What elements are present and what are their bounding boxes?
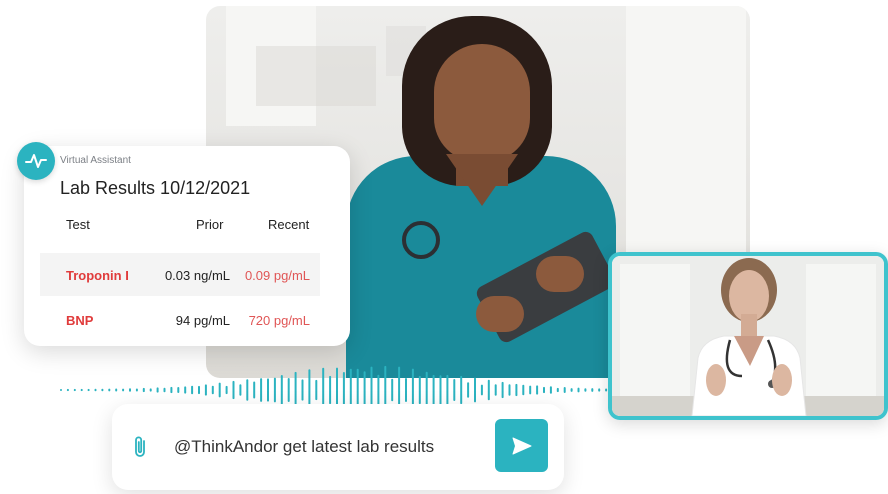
waveform-bar	[280, 375, 283, 405]
waveform-bar	[522, 384, 525, 396]
waveform-bar	[163, 387, 166, 393]
waveform-bar	[101, 388, 104, 392]
waveform-bar	[225, 385, 228, 395]
waveform-bar	[66, 388, 69, 392]
waveform-bar	[108, 388, 111, 392]
waveform-bar	[556, 387, 559, 393]
waveform-bar	[508, 384, 511, 396]
waveform-bar	[329, 375, 332, 405]
waveform-bar	[591, 388, 594, 392]
waveform-bar	[605, 388, 608, 392]
waveform-bar	[536, 385, 539, 395]
column-header-test: Test	[66, 217, 90, 232]
message-input[interactable]: @ThinkAndor get latest lab results	[174, 437, 434, 457]
waveform-bar	[480, 384, 483, 396]
table-cell-test: BNP	[66, 313, 94, 328]
nurse-face	[434, 44, 530, 162]
nurse-hand	[476, 296, 524, 332]
waveform-bar	[584, 388, 587, 392]
stethoscope	[402, 221, 440, 259]
waveform-bar	[377, 374, 380, 406]
waveform-bar	[211, 385, 214, 395]
waveform-bar	[425, 371, 428, 409]
video-call-window	[608, 252, 888, 420]
waveform-bar	[494, 384, 497, 396]
waveform-bar	[460, 375, 463, 405]
waveform-bar	[487, 379, 490, 401]
waveform-bar	[543, 386, 545, 394]
waveform-bar	[315, 379, 318, 401]
waveform-bar	[142, 387, 145, 393]
table-cell-test: Troponin I	[66, 268, 129, 283]
waveform-bar	[474, 377, 476, 403]
waveform-bar	[253, 381, 256, 399]
waveform-bar	[501, 381, 504, 399]
send-arrow-icon	[512, 437, 531, 454]
waveform-bar	[453, 378, 456, 402]
waveform-bar	[94, 388, 97, 392]
waveform-bar	[198, 385, 200, 395]
waveform-bar	[129, 388, 131, 392]
doctor-video-feed	[612, 256, 884, 416]
waveform-bar	[232, 380, 235, 400]
waveform-bar	[418, 375, 421, 405]
waveform-bar	[267, 378, 269, 402]
waveform-bar	[191, 385, 194, 395]
waveform-bar	[149, 388, 152, 392]
waveform-bar	[301, 379, 304, 401]
waveform-bar	[80, 388, 83, 392]
paperclip-icon[interactable]	[131, 434, 151, 460]
waveform-bar	[529, 385, 532, 395]
waveform-bar	[156, 387, 159, 393]
nurse-hand	[536, 256, 584, 292]
table-cell-recent: 720 pg/mL	[248, 313, 310, 328]
waveform-bar	[87, 388, 90, 392]
waveform-bar	[218, 382, 221, 398]
waveform-bar	[432, 374, 435, 406]
waveform-bar	[342, 371, 345, 409]
waveform-bar	[577, 387, 580, 393]
lab-results-title: Lab Results 10/12/2021	[60, 178, 251, 198]
waveform-bar	[570, 388, 573, 392]
virtual-assistant-badge	[17, 142, 55, 180]
assistant-label: Virtual Assistant	[60, 155, 131, 166]
activity-pulse-icon	[25, 154, 47, 168]
waveform-bar	[294, 371, 297, 409]
waveform-bar	[177, 386, 180, 394]
column-header-recent: Recent	[268, 217, 310, 232]
waveform-bar	[446, 374, 449, 406]
waveform-bar	[549, 386, 552, 394]
scrubs-neckline	[446, 154, 518, 206]
waveform-bar	[60, 388, 62, 392]
waveform-bar	[204, 384, 207, 396]
waveform-bar	[439, 375, 442, 405]
waveform-bar	[135, 388, 138, 392]
waveform-bar	[287, 378, 290, 402]
waveform-bar	[170, 386, 173, 394]
waveform-bar	[405, 378, 407, 402]
waveform-bar	[391, 378, 394, 402]
waveform-bar	[563, 386, 566, 394]
table-cell-recent: 0.09 pg/mL	[244, 268, 310, 283]
waveform-bar	[273, 377, 276, 403]
waveform-bar	[467, 382, 470, 398]
waveform-bar	[73, 388, 76, 392]
waveform-bar	[239, 384, 242, 396]
waveform-bar	[598, 388, 601, 392]
waveform-bar	[260, 378, 263, 402]
background-shelf	[256, 46, 376, 106]
send-button[interactable]	[495, 419, 548, 472]
waveform-bar	[515, 383, 518, 397]
column-header-prior: Prior	[196, 217, 224, 232]
waveform-bar	[122, 388, 125, 392]
waveform-bar	[184, 386, 187, 394]
waveform-bar	[246, 379, 249, 401]
waveform-bar	[115, 388, 118, 392]
